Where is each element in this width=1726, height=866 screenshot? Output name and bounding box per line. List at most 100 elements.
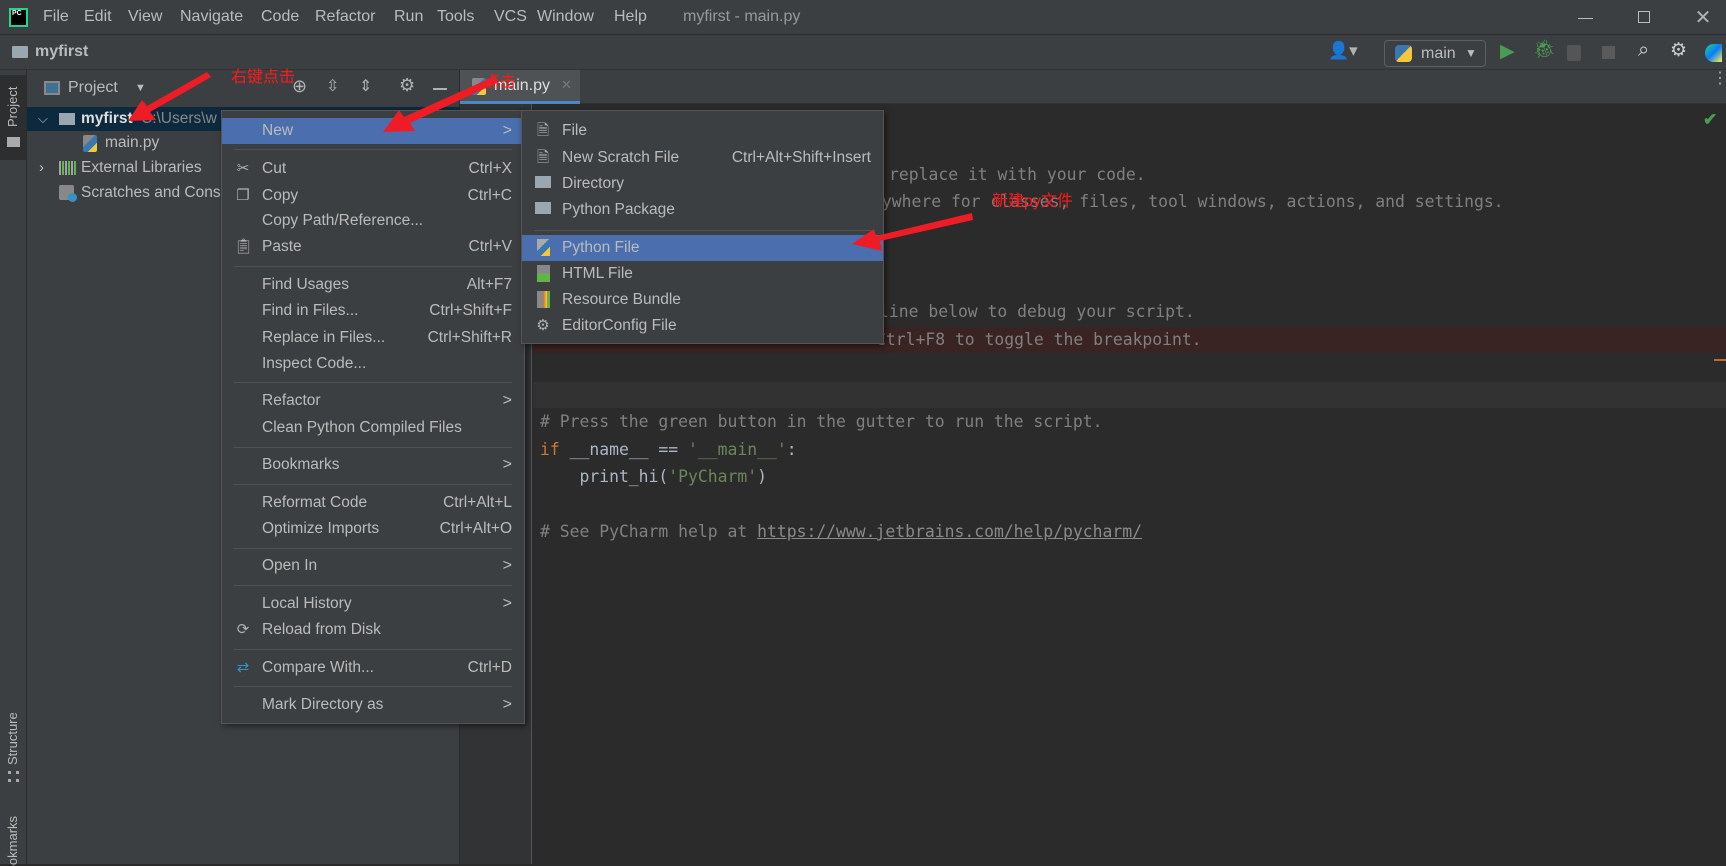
user-dropdown-icon[interactable]: 👤▾ [1328, 41, 1358, 61]
folder-icon [12, 46, 28, 58]
more-options-icon[interactable]: ⋮ [1712, 71, 1726, 87]
menu-item-label: Inspect Code... [262, 355, 367, 372]
menu-item-label: Clean Python Compiled Files [262, 419, 462, 436]
submenu-item-editorconfig-file[interactable]: ⚙ EditorConfig File [522, 313, 883, 339]
menu-help[interactable]: Help [614, 8, 647, 26]
menu-item-label: New [262, 122, 294, 139]
structure-tool-button[interactable]: Structure [0, 705, 26, 785]
resource-bundle-icon [534, 291, 552, 309]
menu-tools[interactable]: Tools [437, 8, 474, 26]
menu-item-shortcut: Ctrl+D [467, 659, 512, 676]
menu-separator [234, 686, 512, 687]
menu-item-refactor[interactable]: Refactor > [222, 388, 524, 414]
menu-item-copy-path[interactable]: Copy Path/Reference... [222, 208, 524, 234]
menu-item-label: Compare With... [262, 659, 374, 676]
menu-item-label: Mark Directory as [262, 696, 384, 713]
run-config-label: main [1421, 45, 1456, 62]
minimize-button[interactable] [1578, 18, 1593, 19]
menu-item-copy[interactable]: ❐ Copy Ctrl+C [222, 183, 524, 209]
menu-navigate[interactable]: Navigate [180, 8, 243, 26]
chevron-right-icon: > [502, 122, 512, 139]
submenu-item-html-file[interactable]: HTML File [522, 261, 883, 287]
project-tool-label: Project [5, 86, 20, 127]
debug-button[interactable]: 🐞︎ [1533, 39, 1556, 60]
menu-item-paste[interactable]: 📋︎ Paste Ctrl+V [222, 234, 524, 260]
menu-item-reformat-code[interactable]: Reformat Code Ctrl+Alt+L [222, 490, 524, 516]
menu-item-label: Directory [562, 175, 625, 192]
expand-all-icon[interactable]: ⇳ [326, 76, 339, 96]
submenu-item-python-package[interactable]: Python Package [522, 197, 883, 223]
chevron-down-icon[interactable]: ⌵ [38, 107, 48, 131]
menu-item-open-in[interactable]: Open In > [222, 553, 524, 579]
compare-icon: ⇄ [236, 659, 250, 676]
tab-main-py[interactable]: main.py ✕ [460, 70, 580, 104]
coverage-button[interactable] [1567, 45, 1581, 61]
scratch-file-icon: 🗎 [536, 149, 550, 166]
hide-panel-icon[interactable] [433, 88, 447, 90]
menu-item-optimize-imports[interactable]: Optimize Imports Ctrl+Alt+O [222, 516, 524, 542]
submenu-item-file[interactable]: 🗎 File [522, 118, 883, 144]
chevron-right-icon[interactable]: › [39, 156, 44, 180]
code-token: print_hi( [540, 467, 669, 486]
chevron-right-icon: > [502, 392, 512, 409]
menu-item-find-in-files[interactable]: Find in Files... Ctrl+Shift+F [222, 298, 524, 324]
menu-item-label: Copy [262, 187, 299, 204]
annotation-click: 点击 [484, 74, 517, 91]
menu-edit[interactable]: Edit [84, 8, 112, 26]
menu-vcs[interactable]: VCS [494, 8, 527, 26]
menu-item-clean-python-compiled[interactable]: Clean Python Compiled Files [222, 415, 524, 441]
menu-item-find-usages[interactable]: Find Usages Alt+F7 [222, 272, 524, 298]
close-window-button[interactable]: ✕ [1693, 5, 1713, 30]
menu-item-mark-directory-as[interactable]: Mark Directory as > [222, 692, 524, 718]
chevron-down-icon[interactable]: ▼ [135, 82, 146, 94]
menu-item-bookmarks[interactable]: Bookmarks > [222, 452, 524, 478]
bookmarks-tool-button[interactable]: Bookmarks [0, 806, 26, 866]
menu-refactor[interactable]: Refactor [315, 8, 375, 26]
reload-icon: ⟳ [236, 621, 250, 638]
code-line: rywhere for classes, files, tool windows… [872, 192, 1504, 211]
inspection-ok-icon[interactable]: ✔ [1703, 110, 1717, 130]
menu-item-reload-from-disk[interactable]: ⟳ Reload from Disk [222, 617, 524, 643]
close-tab-icon[interactable]: ✕ [561, 77, 572, 93]
python-icon [1395, 45, 1412, 62]
settings-gear-icon[interactable]: ⚙ [1670, 39, 1687, 62]
menu-window[interactable]: Window [537, 8, 594, 26]
maximize-button[interactable] [1638, 11, 1650, 23]
stop-button[interactable] [1602, 46, 1615, 59]
search-icon[interactable]: ⌕ [1638, 39, 1649, 62]
menu-view[interactable]: View [128, 8, 162, 26]
menu-item-shortcut: Ctrl+Shift+R [427, 329, 512, 346]
breadcrumb-project[interactable]: myfirst [35, 43, 88, 61]
clock-icon [68, 193, 77, 202]
settings-gear-icon[interactable]: ⚙ [399, 75, 415, 96]
project-tool-button[interactable]: Project [0, 75, 26, 160]
menu-separator [234, 548, 512, 549]
current-line-highlight [533, 382, 1726, 408]
project-view-title[interactable]: Project [68, 79, 118, 97]
menu-item-label: Bookmarks [262, 456, 340, 473]
code-with-me-icon[interactable] [1705, 44, 1722, 62]
submenu-item-python-file[interactable]: Python File [522, 235, 883, 261]
menu-item-new[interactable]: New > [222, 118, 524, 144]
menu-item-replace-in-files[interactable]: Replace in Files... Ctrl+Shift+R [222, 325, 524, 351]
menu-item-cut[interactable]: ✂ Cut Ctrl+X [222, 156, 524, 182]
title-bar: PC File Edit View Navigate Code Refactor… [0, 0, 1726, 35]
menu-item-label: Python File [562, 239, 640, 256]
error-stripe-marker[interactable] [1714, 359, 1726, 361]
chevron-right-icon: > [502, 595, 512, 612]
run-button[interactable]: ▶ [1500, 40, 1515, 63]
submenu-item-new-scratch-file[interactable]: 🗎 New Scratch File Ctrl+Alt+Shift+Insert [522, 145, 883, 171]
collapse-all-icon[interactable]: ⇕ [359, 76, 372, 96]
submenu-item-directory[interactable]: Directory [522, 171, 883, 197]
menu-item-local-history[interactable]: Local History > [222, 591, 524, 617]
run-config-select[interactable]: main ▼ [1384, 40, 1486, 67]
menu-item-inspect-code[interactable]: Inspect Code... [222, 351, 524, 377]
menu-item-compare-with[interactable]: ⇄ Compare With... Ctrl+D [222, 655, 524, 681]
submenu-item-resource-bundle[interactable]: Resource Bundle [522, 287, 883, 313]
menu-code[interactable]: Code [261, 8, 299, 26]
menu-file[interactable]: File [43, 8, 69, 26]
help-link[interactable]: https://www.jetbrains.com/help/pycharm/ [757, 522, 1142, 541]
menu-run[interactable]: Run [394, 8, 423, 26]
menu-item-shortcut: Alt+F7 [466, 276, 512, 293]
chevron-right-icon: > [502, 456, 512, 473]
